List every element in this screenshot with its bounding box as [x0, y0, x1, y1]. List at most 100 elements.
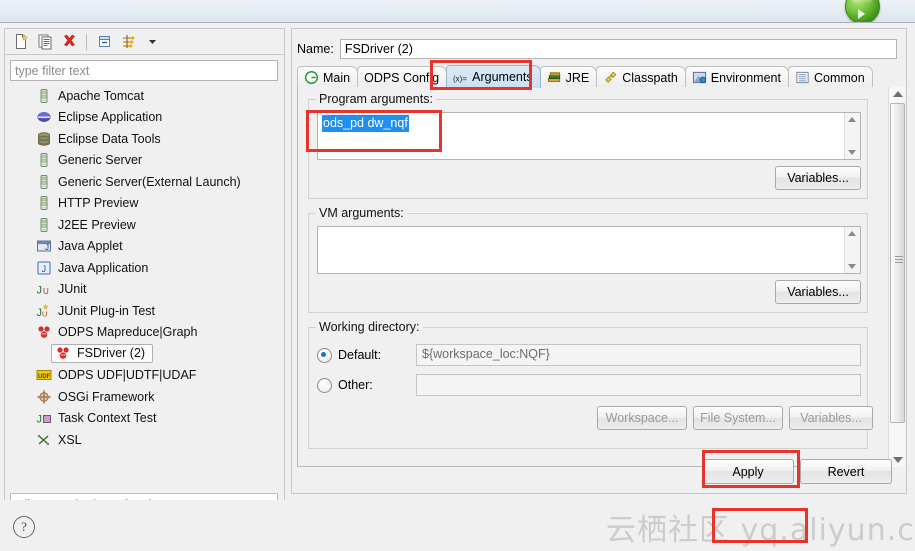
filter-launch-configurations-icon[interactable] — [117, 32, 139, 52]
udf-icon: UDF — [36, 367, 52, 383]
tree-item-apache-tomcat[interactable]: Apache Tomcat — [10, 85, 278, 107]
arguments-icon: (x)= — [453, 70, 468, 85]
vm-arguments-input[interactable] — [317, 226, 861, 274]
working-directory-variables-button[interactable]: Variables... — [789, 406, 873, 430]
tree-item-task-context-test[interactable]: J Task Context Test — [10, 408, 278, 430]
xsl-icon — [36, 432, 52, 448]
vm-arguments-group: VM arguments: Variables... — [308, 206, 868, 313]
tree-item-xsl[interactable]: XSL — [10, 429, 278, 451]
tab-odps-config[interactable]: ODPS Config — [357, 66, 448, 88]
new-launch-configuration-icon[interactable] — [10, 32, 32, 52]
odps-icon — [36, 324, 52, 340]
tab-common[interactable]: Common — [787, 66, 873, 88]
tab-label: ODPS Config — [364, 70, 440, 85]
tab-environment[interactable]: Environment — [684, 66, 789, 88]
delete-launch-configuration-icon[interactable] — [58, 32, 80, 52]
help-icon[interactable]: ? — [13, 516, 35, 538]
svg-text:UDF: UDF — [38, 374, 51, 380]
scroll-down-arrow-icon[interactable] — [848, 264, 856, 269]
svg-text:U: U — [43, 287, 49, 296]
tree-item-junit-plug-in-test[interactable]: J U JUnit Plug-in Test — [10, 300, 278, 322]
scroll-down-arrow-icon[interactable] — [893, 457, 903, 463]
run-button-gloss — [851, 0, 873, 4]
tree-item-label: ODPS UDF|UDTF|UDAF — [58, 368, 197, 383]
tree-item-label: Java Application — [58, 260, 149, 275]
vm-arguments-variables-button[interactable]: Variables... — [775, 280, 861, 304]
tree-item-generic-server[interactable]: Generic Server — [10, 150, 278, 172]
filter-input[interactable]: type filter text — [10, 60, 278, 81]
scroll-up-arrow-icon[interactable] — [848, 231, 856, 236]
working-directory-workspace-button[interactable]: Workspace... — [597, 406, 687, 430]
main-icon — [304, 70, 319, 85]
tree-item-java-applet[interactable]: J Java Applet — [10, 236, 278, 258]
tree-item-label: Eclipse Application — [58, 110, 163, 125]
working-directory-group: Working directory: Default: ${workspace_… — [308, 320, 873, 449]
working-directory-default-radio[interactable] — [317, 347, 332, 363]
tree-item-j2ee-preview[interactable]: J2EE Preview — [10, 214, 278, 236]
tree-item-eclipse-application[interactable]: Eclipse Application — [10, 107, 278, 129]
scrollbar-thumb[interactable] — [890, 103, 905, 423]
tree-item-odps-mapreduce-graph[interactable]: ODPS Mapreduce|Graph — [10, 322, 278, 344]
arguments-panel-scrollbar[interactable] — [888, 87, 905, 467]
tree-item-label: Apache Tomcat — [58, 88, 144, 103]
tree-item-content: XSL — [36, 432, 82, 448]
apply-button[interactable]: Apply — [702, 459, 794, 484]
launch-configuration-tree-panel: type filter text Apache Tomcat Eclipse Ap… — [4, 28, 285, 522]
tree-item-label: JUnit Plug-in Test — [58, 303, 156, 318]
tree-item-label: J2EE Preview — [58, 217, 136, 232]
working-directory-other-input[interactable] — [416, 374, 861, 396]
dialog-footer: ? Run Close — [0, 500, 915, 551]
green-run-button[interactable] — [845, 0, 880, 22]
database-icon — [36, 131, 52, 147]
program-arguments-variables-button[interactable]: Variables... — [775, 166, 861, 190]
tab-arguments[interactable]: (x)= Arguments — [446, 65, 541, 88]
tree-item-junit[interactable]: J U JUnit — [10, 279, 278, 301]
launch-configuration-tree[interactable]: Apache Tomcat Eclipse Application Eclipse … — [10, 85, 278, 488]
server-icon — [36, 195, 52, 211]
java-application-icon: J — [36, 260, 52, 276]
program-arguments-group: Program arguments: ods_pd dw_nqf Variabl… — [308, 92, 868, 199]
tree-item-generic-server-external-launch[interactable]: Generic Server(External Launch) — [10, 171, 278, 193]
view-menu-chevron-down-icon[interactable] — [141, 32, 163, 52]
scroll-down-arrow-icon[interactable] — [848, 150, 856, 155]
duplicate-launch-configuration-icon[interactable] — [34, 32, 56, 52]
tree-item-content: J Task Context Test — [36, 410, 157, 426]
tree-item-java-application[interactable]: J Java Application — [10, 257, 278, 279]
tree-item-fsdriver-2[interactable]: FSDriver (2) — [10, 343, 278, 365]
tree-item-label: Generic Server(External Launch) — [58, 174, 241, 189]
vm-arguments-scrollbar[interactable] — [844, 227, 860, 273]
tree-item-label: Java Applet — [58, 239, 123, 254]
collapse-all-icon[interactable] — [93, 32, 115, 52]
name-input[interactable]: FSDriver (2) — [339, 39, 897, 59]
window-top-strip — [0, 0, 915, 23]
tree-item-http-preview[interactable]: HTTP Preview — [10, 193, 278, 215]
tree-item-content: J Java Application — [36, 260, 148, 276]
program-arguments-input[interactable]: ods_pd dw_nqf — [317, 112, 861, 160]
tree-item-content: HTTP Preview — [36, 195, 138, 211]
tab-label: Classpath — [622, 70, 678, 85]
scroll-up-arrow-icon[interactable] — [893, 91, 903, 97]
tree-item-osgi-framework[interactable]: OSGi Framework — [10, 386, 278, 408]
junit-plugin-icon: JU — [36, 303, 52, 319]
svg-text:J: J — [42, 264, 47, 274]
tree-item-eclipse-data-tools[interactable]: Eclipse Data Tools — [10, 128, 278, 150]
program-arguments-scrollbar[interactable] — [844, 113, 860, 159]
tab-classpath[interactable]: Classpath — [596, 66, 686, 88]
svg-text:(x)=: (x)= — [453, 74, 467, 83]
configuration-tabs: Main ODPS Config (x)= Arguments JRE Classpath… — [297, 65, 898, 89]
working-directory-other-row: Other: — [317, 374, 861, 396]
svg-text:J: J — [37, 285, 43, 297]
revert-button[interactable]: Revert — [800, 459, 892, 484]
working-directory-other-radio[interactable] — [317, 377, 332, 393]
tree-item-odps-udf-udtf-udaf[interactable]: UDF ODPS UDF|UDTF|UDAF — [10, 365, 278, 387]
scroll-up-arrow-icon[interactable] — [848, 117, 856, 122]
tree-item-content: J2EE Preview — [36, 217, 136, 233]
tree-item-label: Task Context Test — [58, 411, 157, 426]
tab-main[interactable]: Main — [297, 66, 359, 88]
junit-icon: JU — [36, 281, 52, 297]
tab-jre[interactable]: JRE — [539, 66, 598, 88]
java-applet-icon: J — [36, 238, 52, 254]
tab-label: Main — [323, 70, 351, 85]
tree-item-content: J U JUnit — [36, 281, 87, 297]
working-directory-filesystem-button[interactable]: File System... — [693, 406, 783, 430]
